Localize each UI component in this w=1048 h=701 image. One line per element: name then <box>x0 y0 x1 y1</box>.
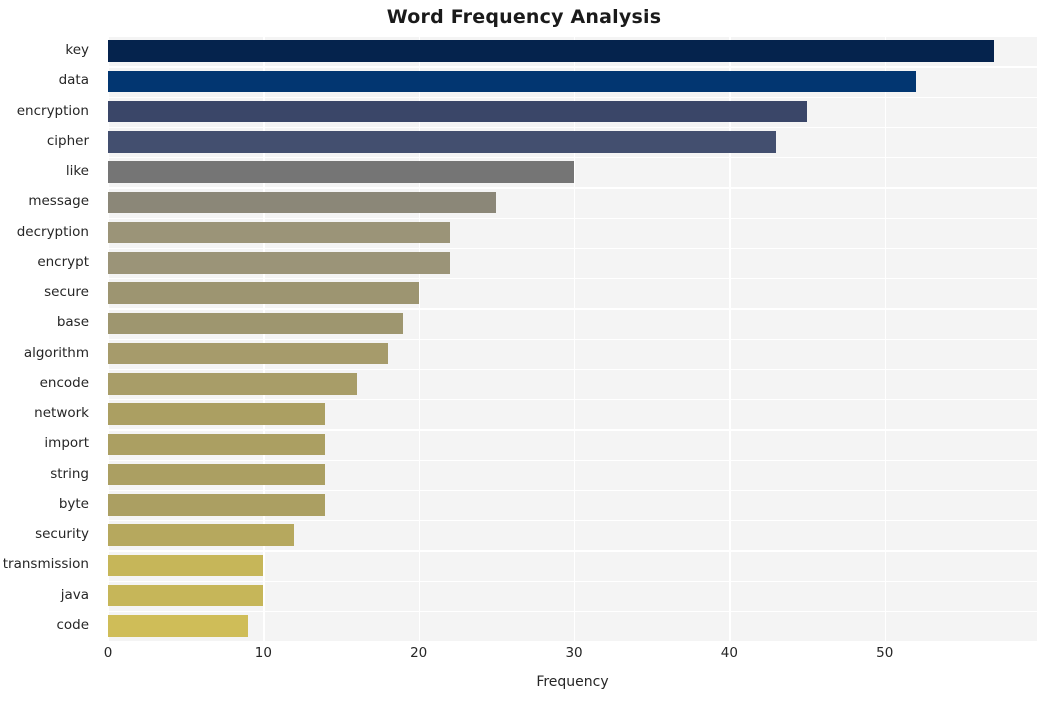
bar-row <box>108 490 1037 520</box>
bar-row <box>108 218 1037 248</box>
y-tick-label: key <box>65 42 89 59</box>
y-tick-label: security <box>35 526 89 543</box>
x-tick-label: 50 <box>876 645 894 661</box>
bar[interactable] <box>108 494 326 516</box>
bar-row <box>108 429 1037 459</box>
y-tick-label: secure <box>44 284 89 301</box>
y-tick-label: code <box>56 616 89 633</box>
bar[interactable] <box>108 131 776 153</box>
bar-row <box>108 399 1037 429</box>
bar-row <box>108 581 1037 611</box>
bar[interactable] <box>108 463 326 486</box>
y-tick-label: base <box>56 314 89 331</box>
bar-row <box>108 187 1037 217</box>
bar-row <box>108 550 1037 580</box>
bar-row <box>108 520 1037 550</box>
bar[interactable] <box>108 403 326 425</box>
bar-row <box>108 308 1037 338</box>
bar[interactable] <box>108 584 264 607</box>
x-tick-label: 10 <box>254 645 272 661</box>
y-tick-label: network <box>34 405 89 422</box>
y-tick-label: like <box>65 163 89 180</box>
x-axis-label: Frequency <box>536 674 609 690</box>
bar[interactable] <box>108 282 419 304</box>
bar[interactable] <box>108 524 295 546</box>
bar[interactable] <box>108 161 575 183</box>
bar[interactable] <box>108 373 357 395</box>
y-tick-label: message <box>28 193 89 210</box>
chart-title: Word Frequency Analysis <box>386 6 662 28</box>
plot-area <box>108 36 1037 641</box>
bar[interactable] <box>108 312 404 335</box>
y-tick-label: algorithm <box>23 344 89 361</box>
bar-row <box>108 278 1037 308</box>
y-tick-label: java <box>60 586 89 603</box>
x-axis-tick-labels: 0 10 20 30 40 50 <box>104 645 1037 667</box>
bar[interactable] <box>108 191 497 214</box>
bar-row <box>108 66 1037 96</box>
x-tick-label: 0 <box>103 645 113 661</box>
bar-row <box>108 369 1037 399</box>
bar[interactable] <box>108 40 994 62</box>
bar-row <box>108 127 1037 157</box>
y-tick-label: data <box>58 72 89 89</box>
bar-row <box>108 97 1037 127</box>
y-tick-label: encryption <box>16 102 89 119</box>
x-tick-label: 40 <box>720 645 738 661</box>
bar[interactable] <box>108 433 326 456</box>
bar-row <box>108 460 1037 490</box>
bar-row <box>108 157 1037 187</box>
chart-figure: Word Frequency Analysis key data encryptio… <box>0 0 1048 701</box>
y-tick-label: import <box>44 435 89 452</box>
y-tick-label: string <box>50 465 89 482</box>
bar[interactable] <box>108 252 450 274</box>
bar[interactable] <box>108 554 264 577</box>
bar[interactable] <box>108 615 248 637</box>
y-tick-label: encode <box>39 374 89 391</box>
x-tick-label: 30 <box>565 645 583 661</box>
bar[interactable] <box>108 221 450 244</box>
bar-row <box>108 611 1037 641</box>
bar[interactable] <box>108 342 388 365</box>
bar[interactable] <box>108 70 916 93</box>
y-tick-label: transmission <box>2 556 89 573</box>
x-tick-label: 20 <box>410 645 428 661</box>
y-tick-label: decryption <box>16 223 89 240</box>
y-tick-label: cipher <box>46 132 89 149</box>
y-tick-label: byte <box>58 495 89 512</box>
bar-row <box>108 339 1037 369</box>
bar-row <box>108 36 1037 66</box>
bar-row <box>108 248 1037 278</box>
y-axis-tick-labels: key data encryption cipher like message decryp… <box>0 36 100 641</box>
bar[interactable] <box>108 100 808 123</box>
y-tick-label: encrypt <box>37 253 89 270</box>
